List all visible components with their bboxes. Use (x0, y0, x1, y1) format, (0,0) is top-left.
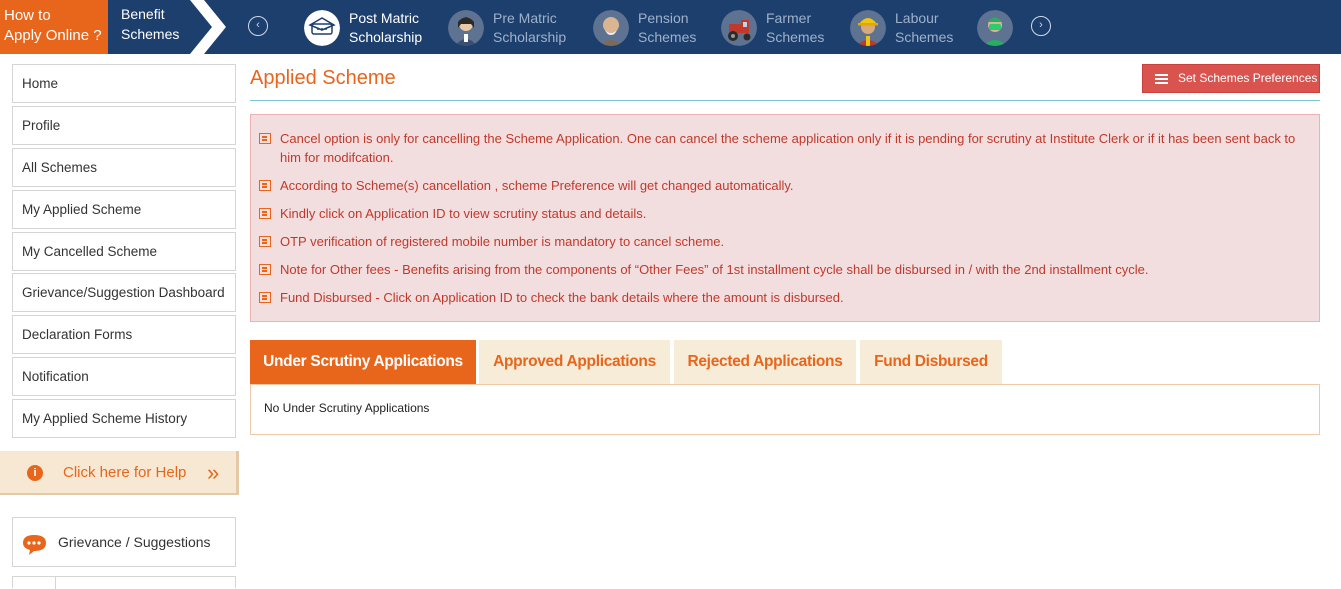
set-schemes-preferences-button[interactable]: Set Schemes Preferences (1142, 64, 1320, 93)
notice-text: According to Scheme(s) cancellation , sc… (280, 178, 794, 193)
how-to-apply-line1: How to (4, 7, 51, 24)
scheme-pension-line1: Pension (638, 10, 689, 26)
tab-under-scrutiny[interactable]: Under Scrutiny Applications (250, 340, 476, 385)
scheme-farmer-line1: Farmer (766, 10, 812, 26)
double-chevron-right-icon: » (207, 460, 220, 485)
chat-bubble-icon (23, 535, 46, 555)
help-button[interactable]: i Click here for Help » (0, 451, 239, 495)
note-bullet-icon (259, 180, 271, 191)
scheme-labour-line2: Schemes (895, 29, 954, 45)
how-to-apply-link[interactable]: How to Apply Online ? (0, 0, 108, 54)
scheme-post-matric-line1: Post Matric (349, 10, 420, 26)
worker-helmet-icon (850, 10, 886, 46)
notice-panel: Cancel option is only for cancelling the… (250, 114, 1320, 322)
tab-content-panel: No Under Scrutiny Applications (250, 384, 1320, 435)
sidebar-item-my-applied-scheme[interactable]: My Applied Scheme (12, 190, 236, 229)
sidebar-item-notification[interactable]: Notification (12, 357, 236, 396)
scheme-pension[interactable]: Pension Schemes (593, 8, 718, 48)
scheme-labour-line1: Labour (895, 10, 939, 26)
notice-item: OTP verification of registered mobile nu… (259, 232, 1309, 251)
grievance-suggestions-button[interactable]: Grievance / Suggestions (12, 517, 236, 567)
sidebar-item-home[interactable]: Home (12, 64, 236, 103)
tab-approved[interactable]: Approved Applications (479, 340, 670, 385)
notice-item: Fund Disbursed - Click on Application ID… (259, 288, 1309, 307)
list-icon (1155, 74, 1168, 84)
note-bullet-icon (259, 133, 271, 144)
scheme-post-matric-line2: Scholarship (349, 29, 423, 45)
sidebar-item-my-cancelled-scheme[interactable]: My Cancelled Scheme (12, 232, 236, 271)
scheme-medical[interactable] (977, 8, 1022, 48)
notice-item: Note for Other fees - Benefits arising f… (259, 260, 1309, 279)
sidebar-bottom-widget (12, 576, 236, 589)
grievance-label: Grievance / Suggestions (58, 534, 211, 550)
notice-text: Note for Other fees - Benefits arising f… (280, 262, 1149, 277)
sidebar-item-declaration-forms[interactable]: Declaration Forms (12, 315, 236, 354)
notice-item: Kindly click on Application ID to view s… (259, 204, 1309, 223)
graduation-cap-icon (304, 10, 340, 46)
tractor-icon (721, 10, 757, 46)
how-to-apply-line2: Apply Online ? (4, 27, 102, 44)
sidebar-item-all-schemes[interactable]: All Schemes (12, 148, 236, 187)
note-bullet-icon (259, 292, 271, 303)
scheme-pre-matric[interactable]: Pre Matric Scholarship (448, 8, 573, 48)
info-icon: i (27, 465, 43, 481)
scheme-farmer[interactable]: Farmer Schemes (721, 8, 846, 48)
scheme-pre-matric-line1: Pre Matric (493, 10, 557, 26)
notice-text: Cancel option is only for cancelling the… (280, 131, 1296, 165)
title-divider (250, 100, 1320, 101)
sidebar-item-grievance-dashboard[interactable]: Grievance/Suggestion Dashboard (12, 273, 236, 312)
scheme-pension-line2: Schemes (638, 29, 697, 45)
note-bullet-icon (259, 264, 271, 275)
scheme-farmer-line2: Schemes (766, 29, 825, 45)
student-girl-icon (448, 10, 484, 46)
chevron-divider-icon (190, 0, 226, 54)
old-man-icon (593, 10, 629, 46)
notice-text: Fund Disbursed - Click on Application ID… (280, 290, 844, 305)
scheme-next-arrow[interactable]: › (1031, 16, 1051, 36)
doctor-icon (977, 10, 1013, 46)
notice-item: Cancel option is only for cancelling the… (259, 129, 1309, 167)
help-label: Click here for Help (63, 464, 187, 481)
empty-state-message: No Under Scrutiny Applications (264, 401, 430, 415)
tab-rejected[interactable]: Rejected Applications (674, 340, 856, 385)
scheme-pre-matric-line2: Scholarship (493, 29, 567, 45)
notice-item: According to Scheme(s) cancellation , sc… (259, 176, 1309, 195)
sidebar-item-profile[interactable]: Profile (12, 106, 236, 145)
note-bullet-icon (259, 236, 271, 247)
scheme-post-matric[interactable]: Post Matric Scholarship (304, 8, 429, 48)
scheme-labour[interactable]: Labour Schemes (850, 8, 975, 48)
scheme-prev-arrow[interactable]: ‹ (248, 16, 268, 36)
sidebar-item-applied-scheme-history[interactable]: My Applied Scheme History (12, 399, 236, 438)
top-navigation-bar: How to Apply Online ? Benefit Schemes ‹ … (0, 0, 1341, 54)
note-bullet-icon (259, 208, 271, 219)
tab-fund-disbursed[interactable]: Fund Disbursed (860, 340, 1002, 385)
set-schemes-preferences-label: Set Schemes Preferences (1178, 71, 1318, 85)
page-title: Applied Scheme (250, 67, 396, 89)
notice-text: Kindly click on Application ID to view s… (280, 206, 647, 221)
notice-text: OTP verification of registered mobile nu… (280, 234, 725, 249)
